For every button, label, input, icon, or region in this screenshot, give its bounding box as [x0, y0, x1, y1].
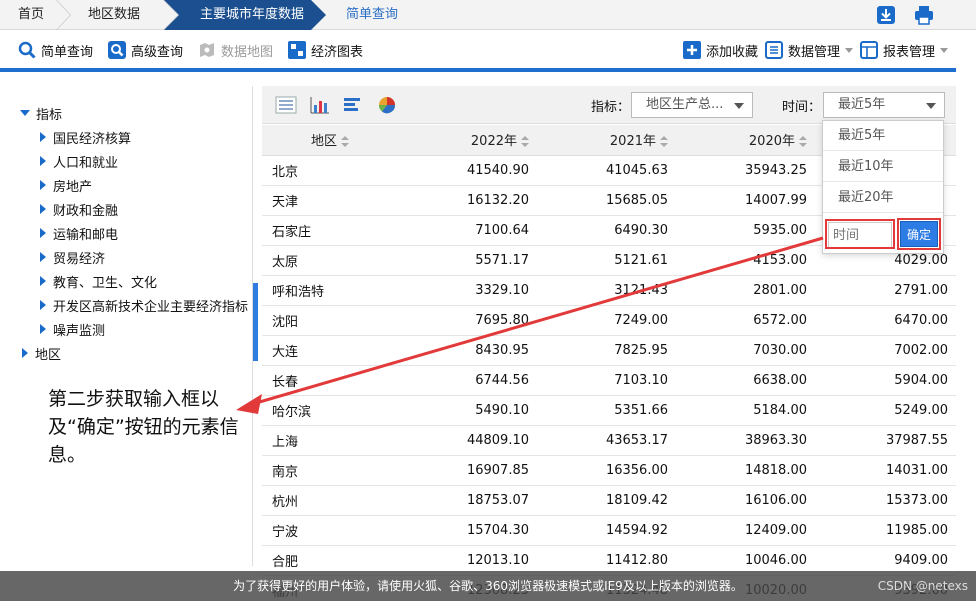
browser-notice-text: 为了获得更好的用户体验，请使用火狐、谷歌、360浏览器极速模式或IE9及以上版本…	[233, 579, 743, 593]
browser-notice: 为了获得更好的用户体验，请使用火狐、谷歌、360浏览器极速模式或IE9及以上版本…	[0, 571, 976, 601]
annotation-text: 第二步获取输入框以及“确定”按钮的元素信息。	[48, 388, 239, 466]
annotation-arrow	[236, 236, 824, 414]
watermark: CSDN @netexs	[877, 579, 968, 593]
app-root: 首页 地区数据 主要城市年度数据 简单查询 简单查询 高级查询 数据地图 经济图…	[0, 0, 976, 601]
